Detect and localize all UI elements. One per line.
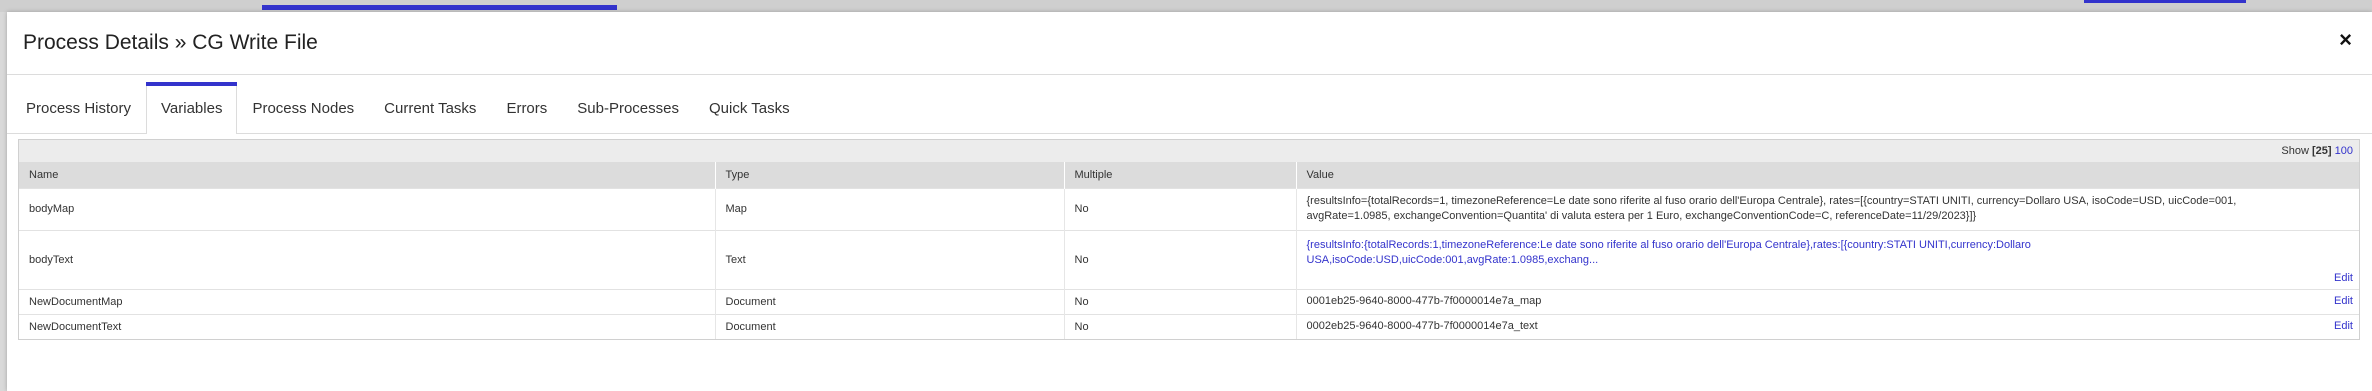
table-row: NewDocumentMap Document No 0001eb25-9640… (19, 288, 2359, 314)
tab-process-nodes[interactable]: Process Nodes (237, 82, 369, 133)
modal-title: Process Details » CG Write File (23, 31, 318, 54)
value-text: {resultsInfo={totalRecords=1, timezoneRe… (1306, 195, 2237, 222)
background-progress-bar (262, 5, 617, 10)
value-text: 0001eb25-9640-8000-477b-7f0000014e7a_map (1306, 295, 1542, 307)
cell-multiple: No (1063, 229, 1296, 289)
cell-multiple: No (1063, 187, 1296, 230)
value-text: 0002eb25-9640-8000-477b-7f0000014e7a_tex… (1306, 320, 1538, 333)
page-size-100-link[interactable]: 100 (2335, 145, 2353, 157)
edit-link[interactable]: Edit (2334, 319, 2353, 334)
cell-multiple: No (1063, 288, 1296, 314)
cell-type: Text (714, 229, 1064, 289)
tab-process-history[interactable]: Process History (11, 82, 146, 133)
tab-bar: Process History Variables Process Nodes … (7, 82, 2372, 134)
cell-name: bodyMap (19, 187, 715, 230)
edit-link[interactable]: Edit (2334, 294, 2353, 309)
variables-table-container: Show [25] 100 Name Type Multiple Value b… (18, 139, 2360, 340)
background-accent-bar (2084, 0, 2246, 3)
cell-value: 0002eb25-9640-8000-477b-7f0000014e7a_tex… (1295, 313, 2359, 339)
cell-value: {resultsInfo:{totalRecords:1,timezoneRef… (1295, 229, 2359, 289)
cell-type: Document (714, 288, 1064, 314)
cell-type: Document (714, 313, 1064, 339)
cell-multiple: No (1063, 313, 1296, 339)
tab-current-tasks[interactable]: Current Tasks (369, 82, 491, 133)
tab-variables[interactable]: Variables (146, 82, 238, 134)
column-header-name[interactable]: Name (19, 162, 715, 188)
tab-errors[interactable]: Errors (491, 82, 562, 133)
show-label: Show (2281, 145, 2309, 157)
cell-value: {resultsInfo={totalRecords=1, timezoneRe… (1295, 187, 2359, 230)
cell-name: NewDocumentText (19, 313, 715, 339)
column-header-value[interactable]: Value (1295, 162, 2359, 188)
modal-header: Process Details » CG Write File × (7, 12, 2372, 75)
cell-type: Map (714, 187, 1064, 230)
table-header-row: Name Type Multiple Value (19, 162, 2359, 188)
cell-name: NewDocumentMap (19, 288, 715, 314)
close-icon[interactable]: × (2339, 29, 2352, 51)
table-row: bodyMap Map No {resultsInfo={totalRecord… (19, 187, 2359, 230)
cell-name: bodyText (19, 229, 715, 289)
edit-link[interactable]: Edit (2334, 271, 2353, 286)
column-header-multiple[interactable]: Multiple (1063, 162, 1296, 188)
column-header-type[interactable]: Type (714, 162, 1064, 188)
table-row: bodyText Text No {resultsInfo:{totalReco… (19, 229, 2359, 289)
page-size-bar: Show [25] 100 (19, 139, 2359, 162)
process-details-modal: Process Details » CG Write File × Proces… (7, 12, 2372, 391)
variables-table: Name Type Multiple Value bodyMap Map No … (19, 162, 2359, 339)
cell-value: 0001eb25-9640-8000-477b-7f0000014e7a_map… (1295, 288, 2359, 314)
tab-sub-processes[interactable]: Sub-Processes (562, 82, 694, 133)
page-size-current: [25] (2312, 145, 2332, 157)
table-row: NewDocumentText Document No 0002eb25-964… (19, 313, 2359, 339)
tab-quick-tasks[interactable]: Quick Tasks (694, 82, 805, 133)
value-link[interactable]: {resultsInfo:{totalRecords:1,timezoneRef… (1307, 238, 2350, 282)
